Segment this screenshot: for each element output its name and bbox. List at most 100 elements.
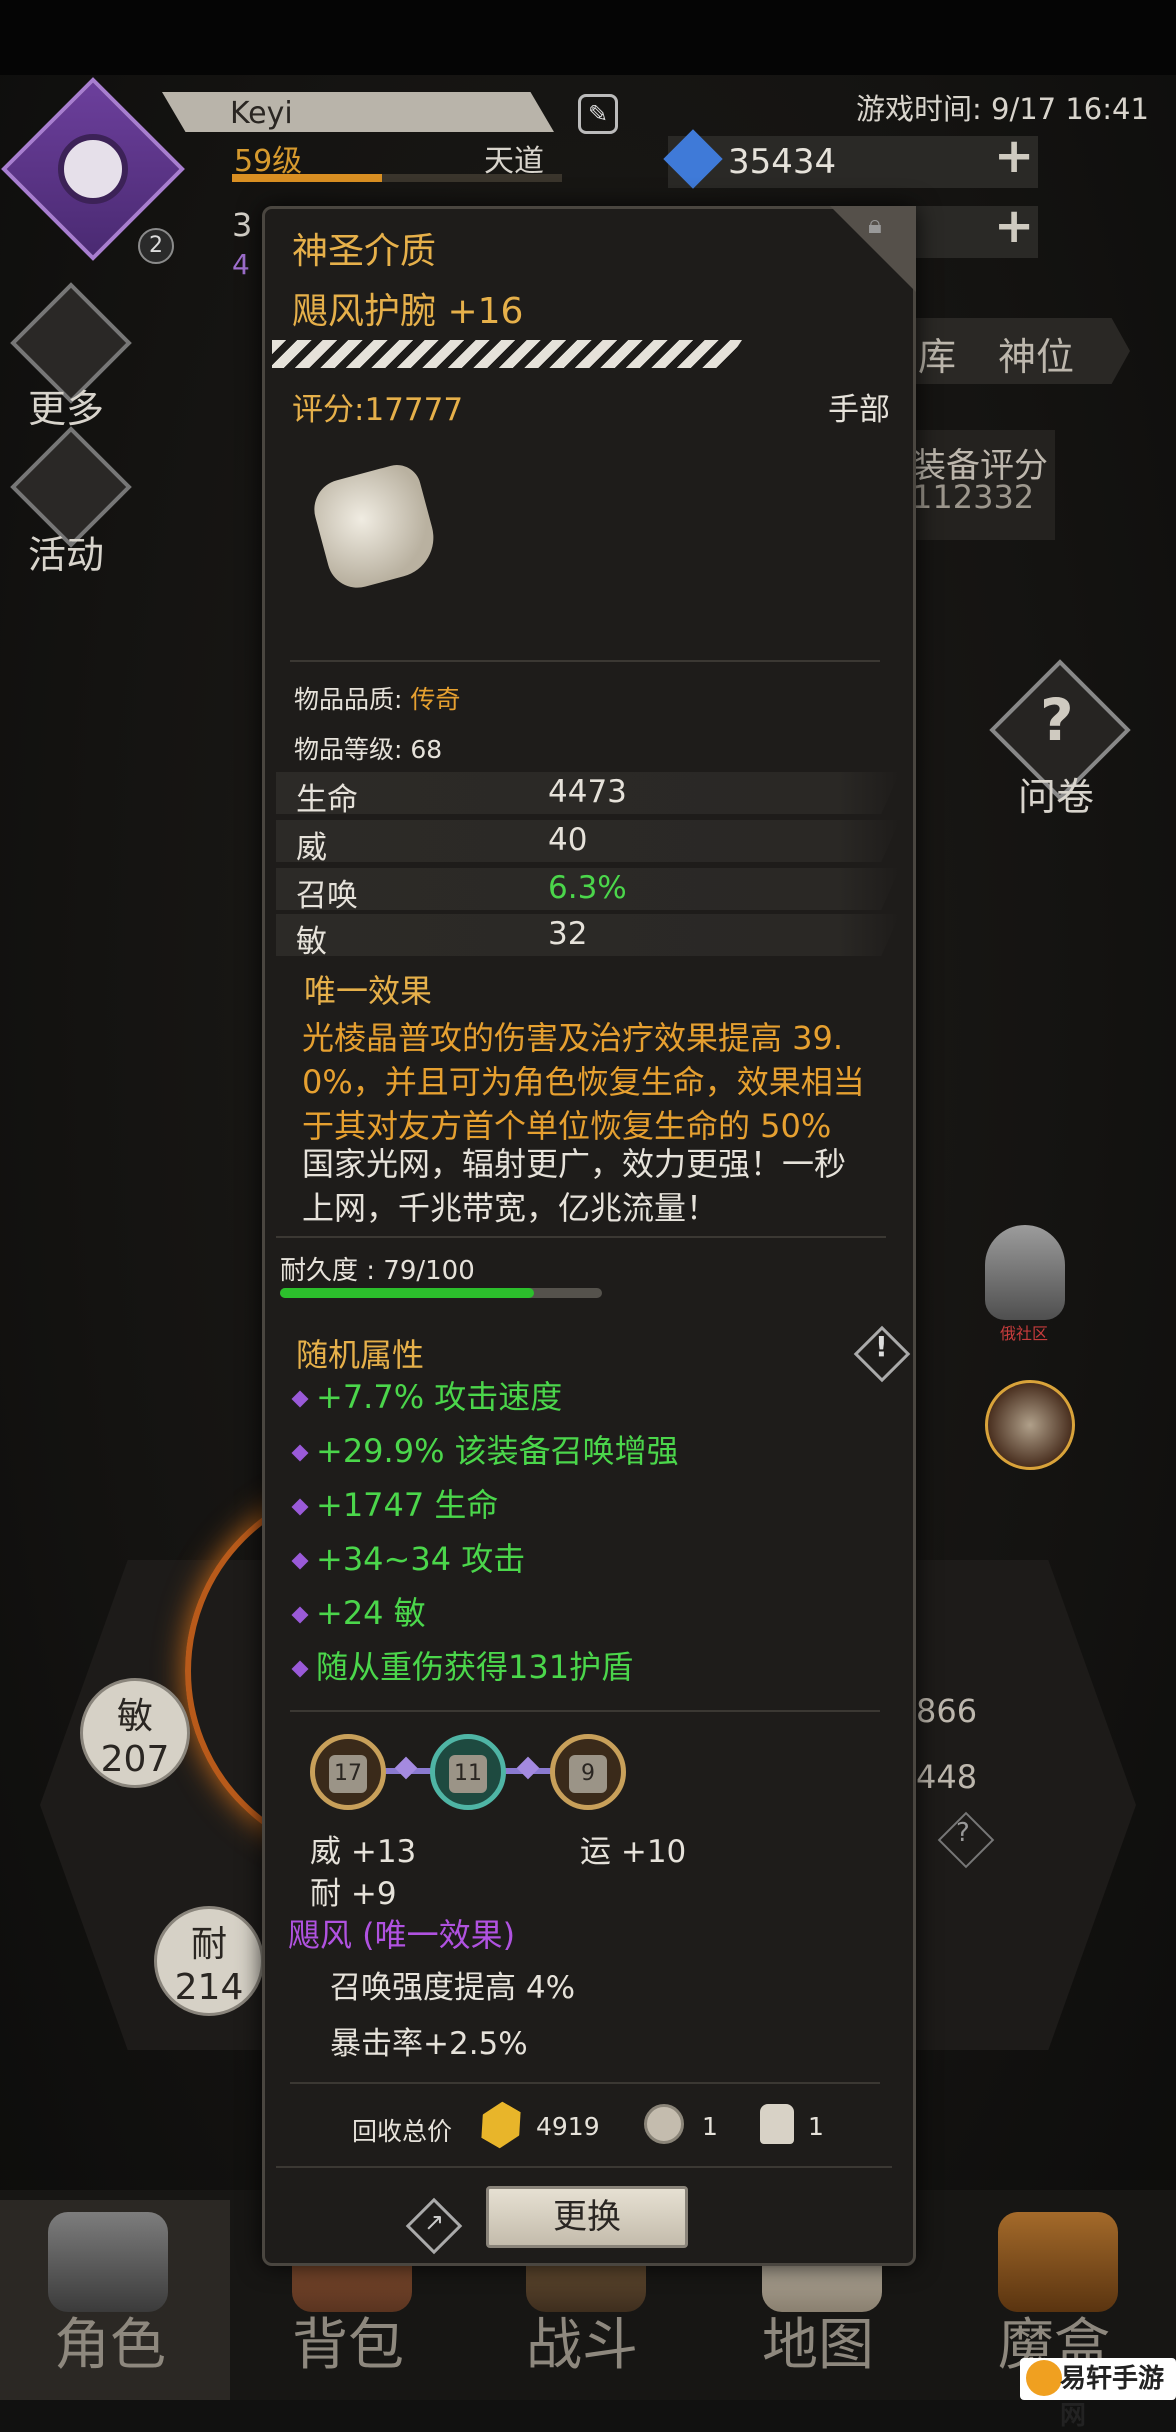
- stat-circle-endurance: 耐 214: [154, 1906, 264, 2016]
- random-stat-text: +24 敏: [316, 1594, 426, 1632]
- gem-stat-nai: 耐 +9: [310, 1876, 397, 1912]
- set-effect-line: 暴击率+2.5%: [330, 2026, 528, 2062]
- item-score: 评分:17777: [292, 392, 464, 428]
- random-stat: +29.9% 该装备召唤增强: [291, 1426, 679, 1472]
- divider: [276, 1236, 886, 1238]
- flavor-text: 国家光网，辐射更广，效力更强！一秒 上网，千兆带宽，亿兆流量！: [302, 1142, 902, 1230]
- random-stat: +34~34 攻击: [291, 1534, 526, 1580]
- item-quality-title: 神圣介质: [292, 231, 437, 272]
- gem-slot-1[interactable]: 17: [310, 1734, 386, 1810]
- flavor-line: 上网，千兆带宽，亿兆流量！: [302, 1189, 719, 1227]
- quality-value: 传奇: [410, 685, 461, 714]
- durability-bar-fill: [280, 1288, 535, 1298]
- nav-character[interactable]: 角色: [54, 2300, 166, 2381]
- partial-stat: 3: [232, 206, 253, 244]
- nav-backpack[interactable]: 背包: [292, 2300, 404, 2381]
- stat-circle-value: 214: [174, 1967, 244, 2008]
- gem-stat-yun: 运 +10: [580, 1834, 687, 1870]
- add-currency-button[interactable]: +: [994, 198, 1034, 254]
- random-stat: +24 敏: [291, 1588, 426, 1634]
- flavor-line: 国家光网，辐射更广，效力更强！一秒: [302, 1145, 847, 1183]
- item-slot: 手部: [828, 392, 890, 428]
- gem-slot-3[interactable]: 9: [550, 1734, 626, 1810]
- recycle-material-1: 1: [702, 2112, 718, 2141]
- unique-effect-header: 唯一效果: [304, 972, 433, 1010]
- set-effect-line: 召唤强度提高 4%: [330, 1970, 576, 2006]
- random-stat-text: +29.9% 该装备召唤增强: [316, 1432, 679, 1470]
- stat-row: [276, 914, 900, 956]
- recycle-total-label: 回收总价: [352, 2117, 453, 2146]
- more-label[interactable]: 更多: [28, 378, 104, 433]
- gem-level: 9: [569, 1755, 607, 1793]
- character-helmet-icon[interactable]: [48, 2212, 168, 2312]
- stat-key: 召唤: [296, 878, 358, 914]
- unique-line: 光棱晶普攻的伤害及治疗效果提高 39.: [302, 1019, 844, 1057]
- bullet-icon: [291, 1498, 309, 1516]
- quality-label: 物品品质:: [294, 685, 403, 714]
- stat-circle-value: 207: [100, 1739, 170, 1780]
- stat-key: 敏: [296, 924, 327, 960]
- equip-score-value: 112332: [912, 478, 1035, 516]
- game-time: 游戏时间: 9/17 16:41: [856, 92, 1149, 126]
- edit-icon[interactable]: ✎: [578, 94, 618, 134]
- stat-key: 生命: [296, 782, 358, 818]
- stat-row: [276, 820, 900, 862]
- random-stat-text: 随从重伤获得131护盾: [316, 1648, 634, 1686]
- add-gem-button[interactable]: +: [994, 128, 1034, 184]
- item-level: 物品等级: 68: [294, 735, 443, 764]
- lock-icon[interactable]: 🔒︎: [868, 210, 898, 240]
- durability-label: 耐久度 : 79/100: [280, 1256, 475, 1286]
- random-stat: 随从重伤获得131护盾: [291, 1642, 634, 1688]
- question-mark-icon: ?: [1040, 686, 1074, 754]
- set-effect-header: 飓风 (唯一效果): [288, 1916, 516, 1954]
- nav-map[interactable]: 地图: [762, 2300, 874, 2381]
- stat-key: 威: [296, 830, 327, 866]
- bullet-icon: [291, 1390, 309, 1408]
- community-label: 俄社区: [1000, 1324, 1049, 1343]
- name-plate: [162, 92, 554, 132]
- gem-count: 35434: [728, 142, 837, 182]
- player-name: Keyi: [230, 96, 293, 131]
- help-question-mark: ?: [956, 1818, 970, 1848]
- tab-repo[interactable]: 库: [918, 326, 956, 381]
- exp-bar-fill: [232, 174, 382, 182]
- unique-effect-text: 光棱晶普攻的伤害及治疗效果提高 39. 0%，并且可为角色恢复生命，效果相当 于…: [302, 1016, 902, 1148]
- random-stat: +1747 生命: [291, 1480, 499, 1526]
- yin-yang-icon: [58, 134, 128, 204]
- replace-button[interactable]: 更换: [486, 2186, 688, 2248]
- random-stat: +7.7% 攻击速度: [291, 1372, 562, 1418]
- divider: [276, 2166, 892, 2168]
- stat-value: 32: [548, 916, 588, 952]
- unique-line: 0%，并且可为角色恢复生命，效果相当: [302, 1063, 865, 1101]
- share-arrow-icon: ↗: [424, 2208, 445, 2236]
- nav-battle[interactable]: 战斗: [526, 2300, 638, 2381]
- activity-label[interactable]: 活动: [28, 524, 104, 579]
- partial-stat-2: 4: [232, 248, 250, 281]
- crown-emblem-icon[interactable]: [985, 1380, 1075, 1470]
- gem-stat-wei: 威 +13: [310, 1834, 417, 1870]
- material-crystal-icon: [760, 2104, 794, 2144]
- stat-circle-key: 耐: [190, 1924, 227, 1965]
- bullet-icon: [291, 1444, 309, 1462]
- random-attributes-header: 随机属性: [296, 1336, 425, 1374]
- divider: [290, 660, 880, 662]
- gem-level: 11: [449, 1755, 487, 1793]
- material-orb-icon: [644, 2104, 684, 2144]
- right-stat-b: 448: [916, 1758, 978, 1796]
- recycle-material-2: 1: [808, 2112, 824, 2141]
- quality-row: 物品品质: 传奇: [294, 680, 460, 716]
- community-helmet-icon[interactable]: [985, 1225, 1065, 1320]
- survey-label[interactable]: 问卷: [1018, 766, 1094, 821]
- tab-god-position[interactable]: 神位: [998, 326, 1074, 381]
- random-stat-text: +34~34 攻击: [316, 1540, 526, 1578]
- item-name: 飓风护腕 +16: [292, 291, 524, 332]
- magic-box-icon[interactable]: [998, 2212, 1118, 2312]
- gem-slot-2[interactable]: 11: [430, 1734, 506, 1810]
- right-stat-a: 866: [916, 1692, 978, 1730]
- random-stat-text: +1747 生命: [316, 1486, 499, 1524]
- bullet-icon: [291, 1606, 309, 1624]
- recycle-coin-value: 4919: [536, 2112, 600, 2141]
- gem-currency-bar: [668, 136, 1038, 188]
- bullet-icon: [291, 1660, 309, 1678]
- stat-value: 4473: [548, 774, 627, 810]
